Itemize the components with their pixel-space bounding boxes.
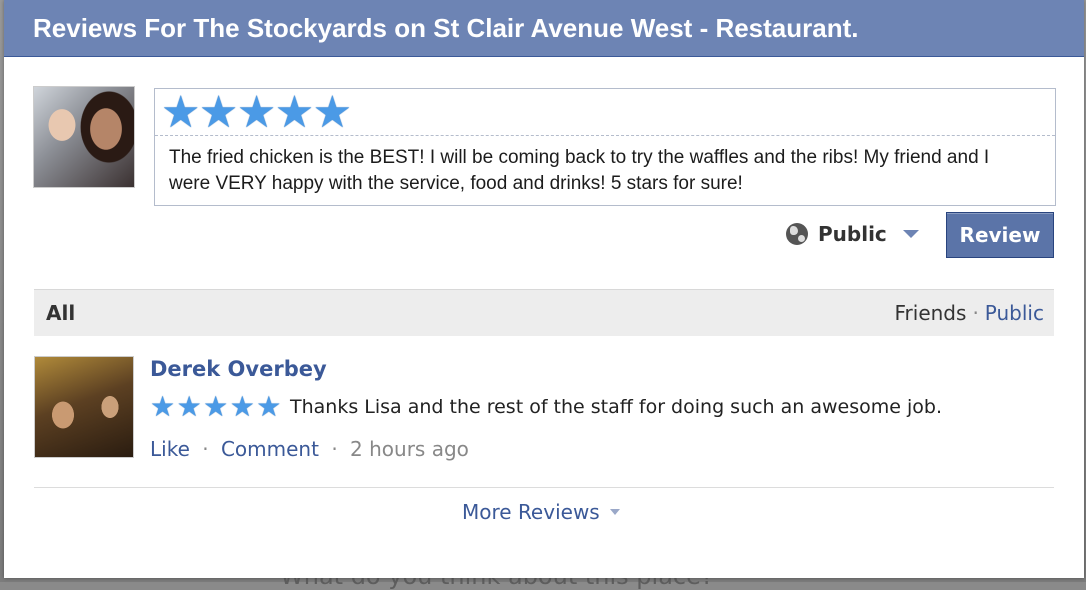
separator-dot: · [331, 437, 338, 461]
submit-review-button[interactable]: Review [946, 212, 1054, 258]
current-user-avatar[interactable] [33, 86, 135, 188]
dialog-header: Reviews For The Stockyards on St Clair A… [4, 0, 1084, 57]
filter-public-link[interactable]: Public [985, 301, 1044, 325]
star-icon[interactable]: ★ [237, 91, 276, 135]
review-body-text: Thanks Lisa and the rest of the staff fo… [290, 396, 942, 418]
chevron-down-icon [902, 230, 919, 238]
more-reviews-button[interactable]: More Reviews [462, 500, 620, 524]
star-icon[interactable]: ★ [199, 91, 238, 135]
like-link[interactable]: Like [150, 437, 190, 461]
globe-icon [786, 223, 808, 245]
reviewer-avatar[interactable] [34, 356, 134, 458]
filter-options: Friends · Public [895, 301, 1045, 325]
star-icon: ★ [229, 390, 255, 423]
filter-all-tab[interactable]: All [46, 301, 75, 325]
star-icon[interactable]: ★ [275, 91, 314, 135]
star-rating-input[interactable]: ★ ★ ★ ★ ★ [161, 91, 352, 135]
reviewer-rating: ★ ★ ★ ★ ★ [150, 390, 282, 423]
separator-dot: · [202, 437, 209, 461]
reviewer-name[interactable]: Derek Overbey [150, 357, 327, 381]
comment-link[interactable]: Comment [221, 437, 319, 461]
more-reviews-label: More Reviews [462, 500, 600, 524]
star-icon: ★ [203, 390, 229, 423]
separator-dot: · [972, 301, 979, 325]
review-text-input[interactable]: The fried chicken is the BEST! I will be… [169, 145, 1029, 197]
star-icon: ★ [150, 390, 176, 423]
reviews-dialog: Reviews For The Stockyards on St Clair A… [4, 0, 1084, 578]
review-composer[interactable]: ★ ★ ★ ★ ★ The fried chicken is the BEST!… [154, 88, 1056, 206]
star-icon[interactable]: ★ [313, 91, 352, 135]
review-timestamp[interactable]: 2 hours ago [350, 437, 469, 461]
star-icon: ★ [256, 390, 282, 423]
chevron-down-icon [609, 509, 620, 515]
privacy-selector[interactable]: Public [786, 220, 919, 248]
review-actions: Like · Comment · 2 hours ago [150, 437, 469, 461]
dialog-title: Reviews For The Stockyards on St Clair A… [33, 13, 859, 43]
privacy-label: Public [818, 222, 887, 246]
section-divider [34, 487, 1054, 488]
star-icon: ★ [176, 390, 202, 423]
review-filter-bar: All Friends · Public [34, 289, 1054, 336]
composer-divider [155, 135, 1055, 136]
filter-friends-tab[interactable]: Friends [895, 301, 967, 325]
star-icon[interactable]: ★ [161, 91, 200, 135]
